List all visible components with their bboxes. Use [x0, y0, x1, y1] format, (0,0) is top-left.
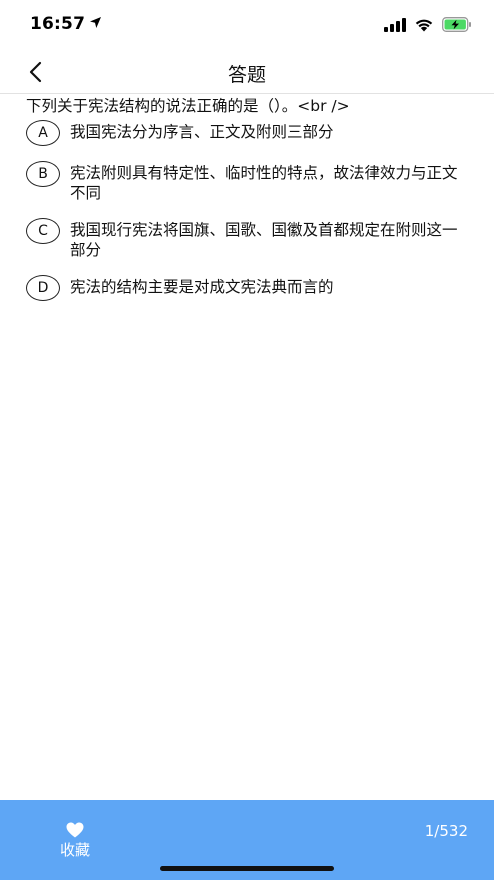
- option-c-letter: C: [26, 218, 60, 244]
- location-arrow-icon: [89, 14, 102, 34]
- nav-bar: 答题: [0, 50, 494, 94]
- option-c-text: 我国现行宪法将国旗、国歌、国徽及首都规定在附则这一部分: [70, 221, 458, 259]
- option-b-letter: B: [26, 161, 60, 187]
- status-bar: 16:57: [0, 0, 494, 50]
- status-time: 16:57: [30, 14, 102, 34]
- favorite-label: 收藏: [59, 841, 90, 859]
- battery-charging-icon: [442, 16, 472, 36]
- option-b[interactable]: B 宪法附则具有特定性、临时性的特点，故法律效力与正文不同: [26, 161, 476, 203]
- cellular-signal-icon: [384, 17, 406, 36]
- page-title: 答题: [227, 64, 266, 86]
- status-time-text: 16:57: [30, 14, 86, 34]
- page-counter: 1/532: [424, 822, 468, 840]
- option-list: A 我国宪法分为序言、正文及附则三部分 B 宪法附则具有特定性、临时性的特点，故…: [26, 120, 476, 318]
- status-indicators: [384, 16, 472, 36]
- favorite-button[interactable]: 收藏: [48, 822, 102, 860]
- option-a-letter: A: [26, 120, 60, 146]
- option-d-text: 宪法的结构主要是对成文宪法典而言的: [70, 278, 334, 296]
- option-a[interactable]: A 我国宪法分为序言、正文及附则三部分: [26, 120, 476, 146]
- home-indicator[interactable]: [160, 866, 334, 871]
- heart-icon: [66, 822, 84, 838]
- option-d-letter: D: [26, 275, 60, 301]
- wifi-icon: [414, 17, 434, 36]
- question-text: 下列关于宪法结构的说法正确的是（）。<br />: [26, 97, 350, 115]
- option-c[interactable]: C 我国现行宪法将国旗、国歌、国徽及首都规定在附则这一部分: [26, 218, 476, 260]
- option-b-text: 宪法附则具有特定性、临时性的特点，故法律效力与正文不同: [70, 164, 458, 202]
- option-d[interactable]: D 宪法的结构主要是对成文宪法典而言的: [26, 275, 476, 301]
- option-a-text: 我国宪法分为序言、正文及附则三部分: [70, 123, 334, 141]
